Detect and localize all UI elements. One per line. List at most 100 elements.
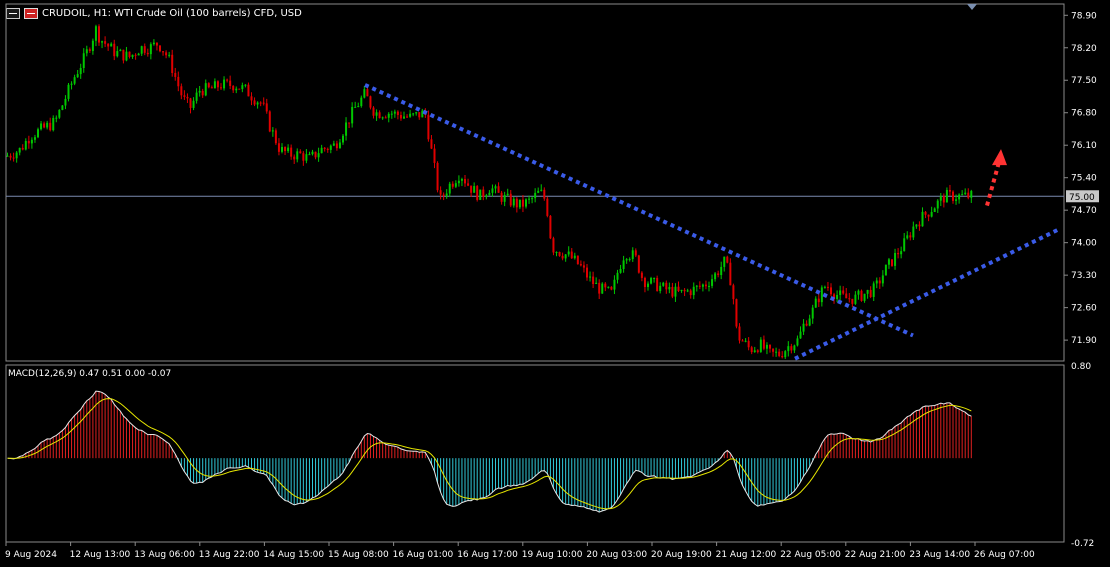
candle-body <box>863 293 866 301</box>
candle-body <box>723 256 726 267</box>
candle-body <box>30 139 33 144</box>
candle-body <box>27 140 30 144</box>
candle-body <box>464 179 466 184</box>
time-tick-label: 15 Aug 08:00 <box>328 550 389 560</box>
time-tick-label: 13 Aug 06:00 <box>134 550 195 560</box>
time-tick-label: 20 Aug 03:00 <box>586 550 647 560</box>
candle-body <box>360 97 363 107</box>
candle-body <box>24 140 27 150</box>
candle-body <box>338 142 341 149</box>
candle-body <box>647 283 649 287</box>
candle-body <box>238 88 241 90</box>
chart-menu-icon[interactable] <box>6 7 20 19</box>
candle-body <box>332 143 335 146</box>
candle-body <box>308 154 311 156</box>
candle-body <box>168 54 171 56</box>
candle-body <box>467 183 470 186</box>
candle-body <box>860 290 863 301</box>
candle-body <box>55 117 58 119</box>
candle-body <box>961 194 964 196</box>
chart-window[interactable]: CRUDOIL, H1: WTI Crude Oil (100 barrels)… <box>0 0 1110 567</box>
symbol-flag-icon[interactable] <box>24 7 38 19</box>
candle-body <box>628 259 631 261</box>
candle-body <box>470 185 473 193</box>
candle-body <box>76 74 79 78</box>
candle-body <box>701 284 704 287</box>
candle-body <box>570 251 573 259</box>
candle-body <box>610 286 613 290</box>
candle-body <box>750 347 753 353</box>
candle-body <box>631 250 634 260</box>
candle-body <box>290 147 293 157</box>
candle-body <box>665 282 668 290</box>
candle-body <box>668 286 671 290</box>
candle-body <box>457 180 460 184</box>
candle-body <box>6 155 9 157</box>
candle-body <box>808 318 811 326</box>
candle-body <box>576 255 579 265</box>
candle-body <box>210 87 213 89</box>
candle-body <box>314 151 317 158</box>
candle-body <box>805 323 808 326</box>
candle-body <box>363 89 366 98</box>
macd-title: MACD(12,26,9) 0.47 0.51 0.00 -0.07 <box>8 369 172 379</box>
candle-body <box>604 283 607 288</box>
candle-body <box>573 255 576 259</box>
candle-body <box>241 85 244 90</box>
candle-body <box>296 151 299 160</box>
time-tick-label: 26 Aug 07:00 <box>974 550 1035 560</box>
candle-body <box>689 290 692 296</box>
candle-body <box>967 192 970 198</box>
candle-body <box>945 190 948 203</box>
candle-body <box>909 235 912 238</box>
candle-body <box>323 147 326 149</box>
chart-canvas[interactable]: 78.90 78.20 77.50 76.80 76.10 75.40 74.70 74.00… <box>0 0 1110 567</box>
candle-body <box>872 283 875 297</box>
candle-body <box>900 251 903 255</box>
candle-body <box>842 290 845 294</box>
symbol-title: CRUDOIL, H1: WTI Crude Oil (100 barrels)… <box>42 7 302 19</box>
candle-body <box>213 81 216 89</box>
candle-body <box>796 338 799 346</box>
candle-body <box>765 344 768 349</box>
candle-body <box>177 76 180 87</box>
candle-body <box>518 199 521 208</box>
candle-body <box>613 279 616 290</box>
candle-body <box>781 355 784 358</box>
candle-body <box>839 290 842 295</box>
candle-body <box>531 198 534 200</box>
scroll-marker-icon[interactable] <box>967 4 977 10</box>
chart-header: CRUDOIL, H1: WTI Crude Oil (100 barrels)… <box>6 5 302 21</box>
candle-body <box>586 267 588 278</box>
candle-body <box>140 46 143 54</box>
candle-body <box>543 189 546 199</box>
candle-body <box>891 259 893 266</box>
candle-body <box>933 208 936 212</box>
candle-body <box>104 41 107 44</box>
candle-body <box>384 117 387 119</box>
projection-arrow-line <box>985 161 1001 207</box>
candle-body <box>326 148 329 150</box>
candle-body <box>775 351 778 353</box>
candle-body <box>521 199 524 207</box>
time-tick-label: 16 Aug 17:00 <box>457 550 518 560</box>
candle-body <box>88 49 91 51</box>
time-tick-label: 19 Aug 10:00 <box>522 550 583 560</box>
candle-body <box>46 122 49 128</box>
candle-body <box>595 282 598 285</box>
candle-body <box>643 277 646 287</box>
candle-body <box>271 130 274 132</box>
candle-body <box>436 162 439 191</box>
candle-body <box>12 157 15 159</box>
candle-body <box>634 250 637 256</box>
candle-body <box>277 143 280 152</box>
candle-body <box>546 198 549 216</box>
candle-body <box>387 113 390 118</box>
candle-body <box>607 286 610 288</box>
candle-body <box>128 51 131 57</box>
candle-body <box>165 52 168 56</box>
candle-body <box>439 190 442 195</box>
candle-body <box>460 179 463 181</box>
candle-body <box>515 198 518 208</box>
candle-body <box>73 77 76 84</box>
